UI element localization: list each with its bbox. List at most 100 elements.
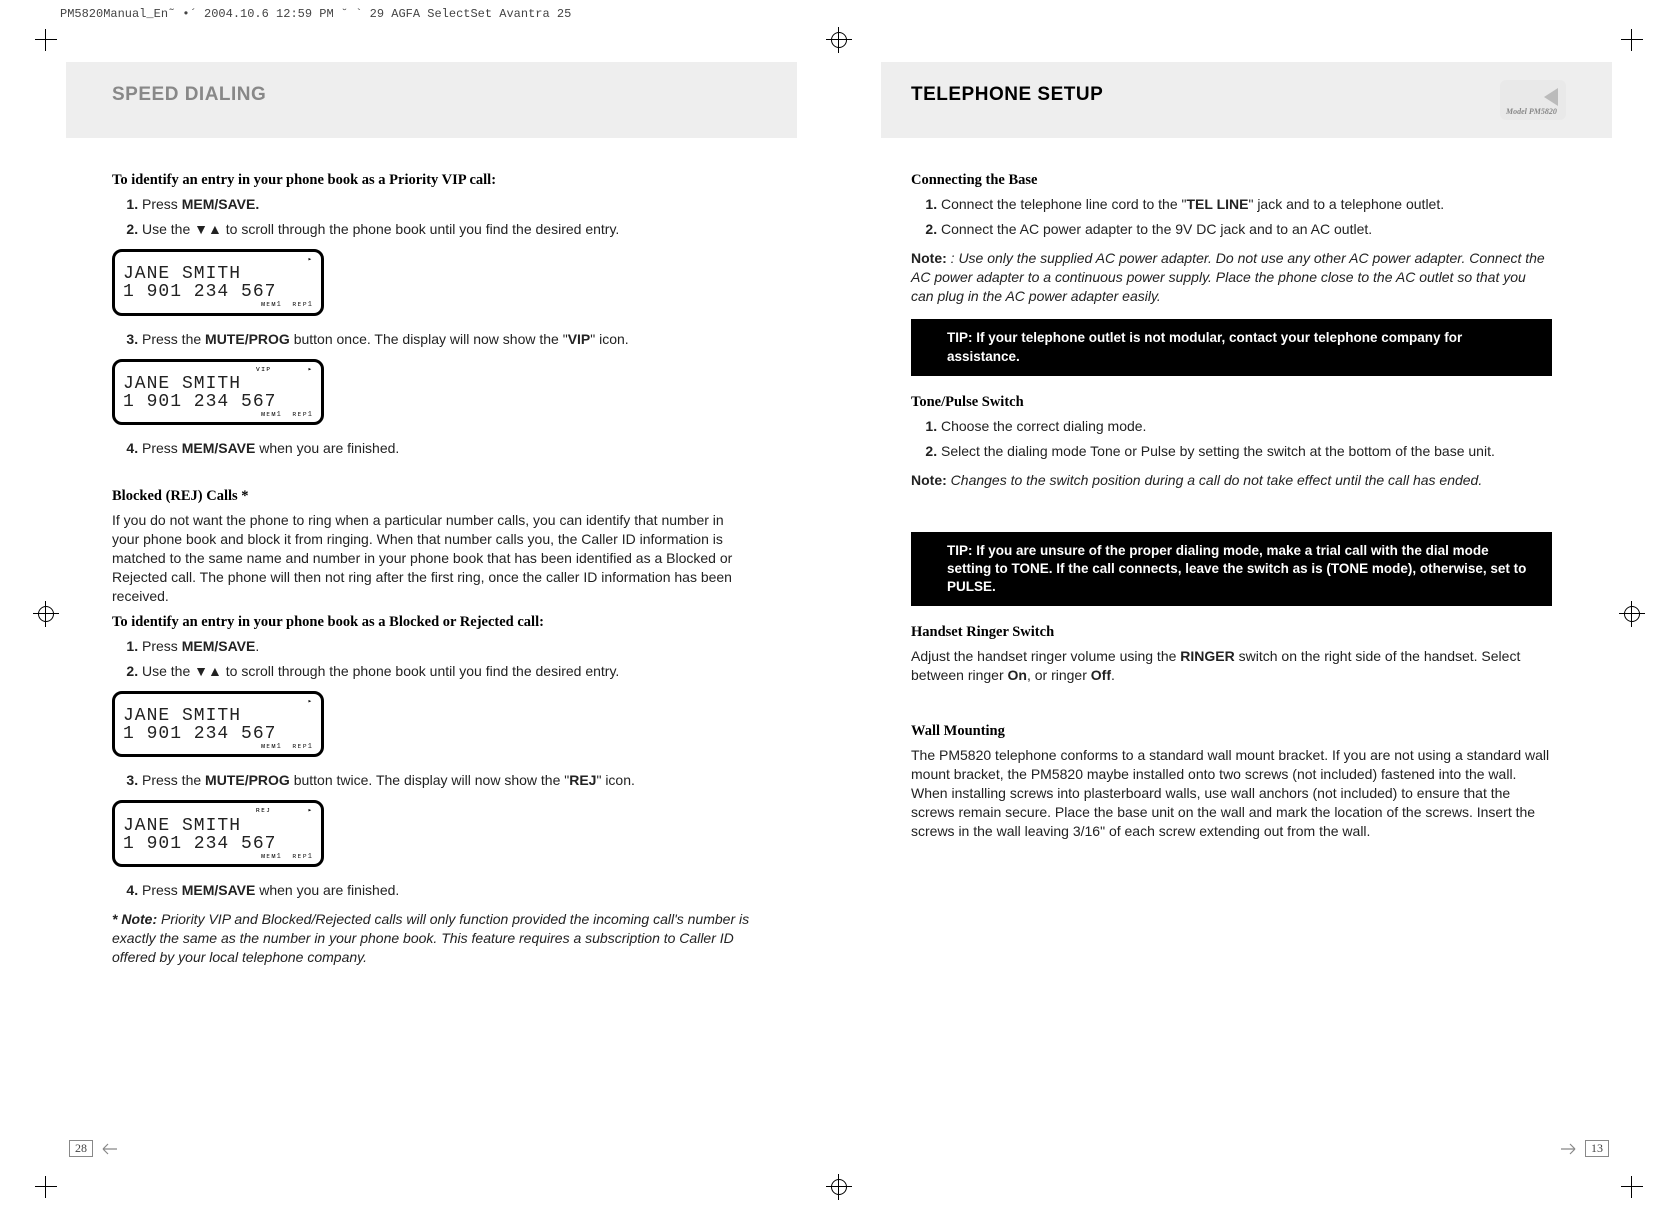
page-right: TELEPHONE SETUP Model PM5820 Connecting … [881, 62, 1612, 1165]
vip-heading: To identify an entry in your phone book … [112, 172, 751, 189]
page-left: SPEED DIALING To identify an entry in yo… [66, 62, 797, 1165]
model-label: Model PM5820 [1506, 107, 1557, 116]
back-arrow-icon [1544, 88, 1558, 106]
t: to scroll through the phone book until y… [222, 221, 619, 237]
tone-steps: Choose the correct dialing mode. Select … [911, 417, 1552, 461]
wall-heading: Wall Mounting [911, 723, 1552, 740]
lcd-number: 1 901 234 567 [123, 283, 313, 301]
rej-heading: Blocked (REJ) Calls * [112, 488, 751, 505]
lcd-name: JANE SMITH [123, 707, 313, 725]
rej-footnote: * Note: Priority VIP and Blocked/Rejecte… [112, 910, 751, 967]
tip-label: TIP: [947, 543, 973, 558]
mem-save-label: MEM/SAVE. [182, 196, 260, 212]
rej-step-1: Press MEM/SAVE. [142, 637, 751, 656]
spread: SPEED DIALING To identify an entry in yo… [66, 62, 1612, 1165]
t: Press [142, 440, 182, 456]
model-tag: Model PM5820 [1500, 80, 1566, 120]
mem-save-label: MEM/SAVE [182, 638, 256, 654]
lcd-status-row: ᴍᴇᴍ1 ʀᴇᴘ1 [123, 411, 313, 420]
rej-icon-label: REJ [569, 772, 596, 788]
t: Press [142, 196, 182, 212]
tip-box-modular: TIP: If your telephone outlet is not mod… [911, 319, 1552, 375]
rej-step-2: Use the ▼▲ to scroll through the phone b… [142, 662, 751, 681]
page-number-right: 13 [1559, 1140, 1612, 1157]
t: Connect the telephone line cord to the " [941, 196, 1186, 212]
rej-steps-end: Press MEM/SAVE when you are finished. [112, 881, 751, 900]
rej-intro: If you do not want the phone to ring whe… [112, 511, 751, 605]
t: Press the [142, 772, 205, 788]
rej-steps-cont: Press the MUTE/PROG button twice. The di… [112, 771, 751, 790]
rej-steps: Press MEM/SAVE. Use the ▼▲ to scroll thr… [112, 637, 751, 681]
page-number-box: 13 [1585, 1140, 1609, 1157]
mem-save-label: MEM/SAVE [182, 440, 256, 456]
t: button twice. The display will now show … [290, 772, 569, 788]
base-steps: Connect the telephone line cord to the "… [911, 195, 1552, 239]
note-text: : Use only the supplied AC power adapter… [911, 250, 1545, 304]
t: to scroll through the phone book until y… [222, 663, 619, 679]
lcd-status-row: ᴍᴇᴍ1 ʀᴇᴘ1 [123, 301, 313, 310]
tip-label: TIP: [947, 330, 973, 345]
ringer-heading: Handset Ringer Switch [911, 624, 1552, 641]
vip-step-3: Press the MUTE/PROG button once. The dis… [142, 330, 751, 349]
vip-steps-end: Press MEM/SAVE when you are finished. [112, 439, 751, 458]
t: " icon. [590, 331, 628, 347]
content-left: To identify an entry in your phone book … [112, 172, 751, 1117]
lcd-name: JANE SMITH [123, 817, 313, 835]
ringer-switch-label: RINGER [1180, 648, 1234, 664]
ringer-text: Adjust the handset ringer volume using t… [911, 647, 1552, 685]
t: " jack and to a telephone outlet. [1248, 196, 1444, 212]
tone-note: Note: Changes to the switch position dur… [911, 471, 1552, 490]
vip-icon-label: VIP [568, 331, 591, 347]
vip-step-4: Press MEM/SAVE when you are finished. [142, 439, 751, 458]
page-number-box: 28 [69, 1140, 93, 1157]
lcd-display-vip-after: ᴠɪᴘ ▸ JANE SMITH 1 901 234 567 ᴍᴇᴍ1 ʀᴇᴘ1 [112, 359, 324, 426]
tip-text: If you are unsure of the proper dialing … [947, 543, 1526, 594]
t: Use the [142, 663, 194, 679]
tone-heading: Tone/Pulse Switch [911, 394, 1552, 411]
base-heading: Connecting the Base [911, 172, 1552, 189]
lcd-display-rej-after: ʀᴇᴊ ▸ JANE SMITH 1 901 234 567 ᴍᴇᴍ1 ʀᴇᴘ1 [112, 800, 324, 867]
note-text: Priority VIP and Blocked/Rejected calls … [112, 911, 749, 965]
mute-prog-label: MUTE/PROG [205, 772, 290, 788]
lcd-number: 1 901 234 567 [123, 835, 313, 853]
off-label: Off [1091, 667, 1111, 683]
t: button once. The display will now show t… [290, 331, 568, 347]
t: , or ringer [1027, 667, 1091, 683]
t: . [1111, 667, 1115, 683]
rej-subheading: To identify an entry in your phone book … [112, 614, 751, 631]
base-step-2: Connect the AC power adapter to the 9V D… [941, 220, 1552, 239]
updown-arrows-icon: ▼▲ [194, 663, 222, 679]
lcd-status-row: ᴍᴇᴍ1 ʀᴇᴘ1 [123, 853, 313, 862]
lcd-name: JANE SMITH [123, 375, 313, 393]
t: . [255, 638, 259, 654]
on-label: On [1008, 667, 1027, 683]
wall-text: The PM5820 telephone conforms to a stand… [911, 746, 1552, 840]
page-title-left: SPEED DIALING [112, 84, 266, 106]
t: Press [142, 882, 182, 898]
lcd-name: JANE SMITH [123, 265, 313, 283]
tip-text: If your telephone outlet is not modular,… [947, 330, 1462, 363]
t: Press [142, 638, 182, 654]
rej-step-3: Press the MUTE/PROG button twice. The di… [142, 771, 751, 790]
page-arrow-left-icon [99, 1143, 119, 1155]
page-arrow-right-icon [1559, 1143, 1579, 1155]
tel-line-label: TEL LINE [1186, 196, 1248, 212]
mute-prog-label: MUTE/PROG [205, 331, 290, 347]
note-label: Note: [911, 250, 947, 266]
updown-arrows-icon: ▼▲ [194, 221, 222, 237]
note-text: Changes to the switch position during a … [947, 472, 1482, 488]
lcd-number: 1 901 234 567 [123, 393, 313, 411]
vip-step-1: Press MEM/SAVE. [142, 195, 751, 214]
t: when you are finished. [255, 882, 399, 898]
page-number-left: 28 [66, 1140, 119, 1157]
tone-step-2: Select the dialing mode Tone or Pulse by… [941, 442, 1552, 461]
content-right: Connecting the Base Connect the telephon… [911, 172, 1552, 1117]
t: Use the [142, 221, 194, 237]
note-label: * Note: [112, 911, 157, 927]
t: Adjust the handset ringer volume using t… [911, 648, 1180, 664]
print-job-header: PM5820Manual_En˜ •´ 2004.10.6 12:59 PM ˘… [60, 8, 571, 20]
t: " icon. [596, 772, 634, 788]
lcd-status-row: ᴍᴇᴍ1 ʀᴇᴘ1 [123, 743, 313, 752]
vip-step-2: Use the ▼▲ to scroll through the phone b… [142, 220, 751, 239]
vip-steps-cont: Press the MUTE/PROG button once. The dis… [112, 330, 751, 349]
